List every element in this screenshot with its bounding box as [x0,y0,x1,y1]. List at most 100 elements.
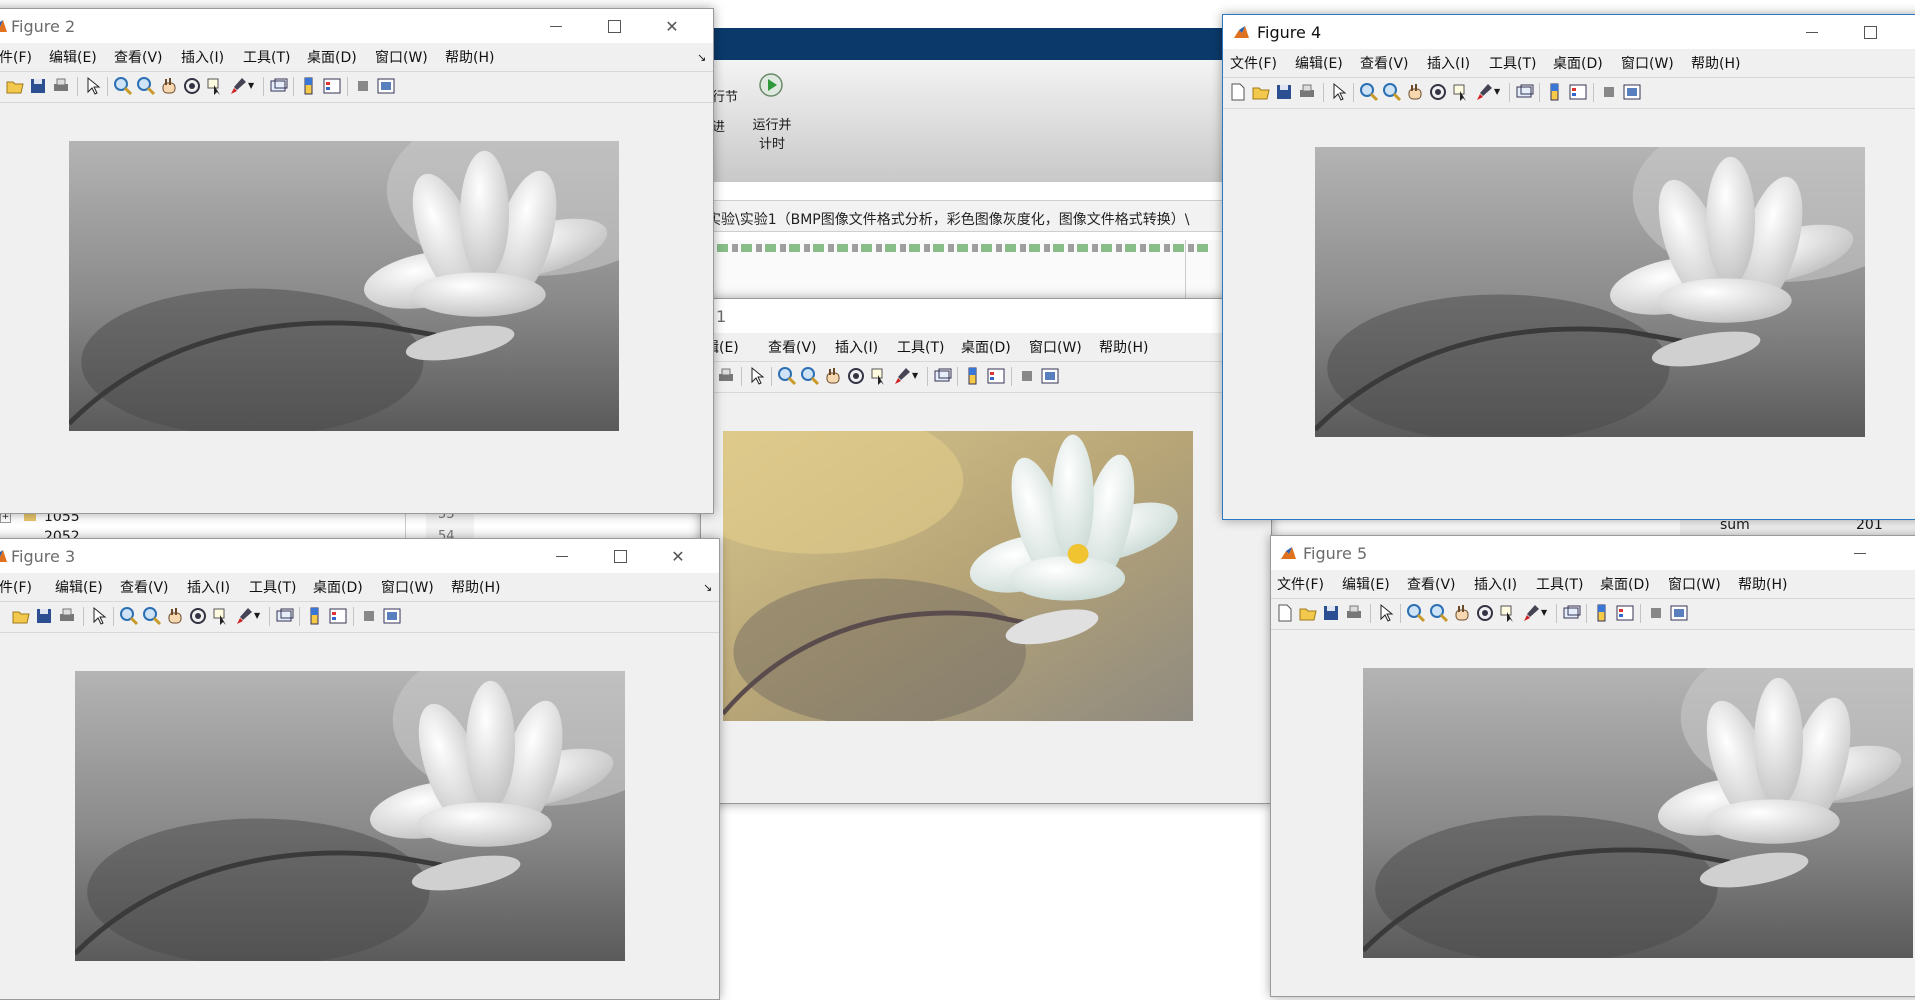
menu-view[interactable]: 查看(V) [1407,574,1456,594]
zoom-out-icon[interactable] [800,366,820,386]
zoom-out-icon[interactable] [1382,82,1402,102]
link-plot-icon[interactable] [269,76,289,96]
menu-view[interactable]: 查看(V) [768,337,817,357]
data-cursor-icon[interactable] [1498,603,1518,623]
pan-hand-icon[interactable] [159,76,179,96]
hide-tools-icon[interactable] [353,76,373,96]
legend-icon[interactable] [986,366,1006,386]
menu-insert[interactable]: 插入(I) [187,577,230,597]
menu-window[interactable]: 窗口(W) [1029,337,1082,357]
minimize-button[interactable] [1837,540,1883,566]
menu-file[interactable]: 文件(F) [1230,53,1277,73]
hide-tools-icon[interactable] [359,606,379,626]
close-button[interactable]: ✕ [655,543,701,569]
menu-help[interactable]: 帮助(H) [1691,53,1740,73]
figure-1-window[interactable]: 1 辑(E) 查看(V) 插入(I) 工具(T) 桌面(D) 窗口(W) 帮助(… [700,298,1272,804]
hide-tools-icon[interactable] [1646,603,1666,623]
menu-help[interactable]: 帮助(H) [1738,574,1787,594]
figure-3-window[interactable]: Figure 3 ✕ 件(F) 编辑(E) 查看(V) 插入(I) 工具(T) … [0,538,720,1000]
save-icon[interactable] [28,76,48,96]
menu-help[interactable]: 帮助(H) [1099,337,1148,357]
zoom-out-icon[interactable] [136,76,156,96]
pan-hand-icon[interactable] [1452,603,1472,623]
brush-dropdown-icon[interactable]: ▼ [1541,603,1551,623]
legend-icon[interactable] [328,606,348,626]
menu-help[interactable]: 帮助(H) [451,577,500,597]
menu-tools[interactable]: 工具(T) [243,47,290,67]
minimize-button[interactable] [1789,19,1835,45]
menu-desktop[interactable]: 桌面(D) [307,47,357,67]
menu-insert[interactable]: 插入(I) [181,47,224,67]
pan-hand-icon[interactable] [1405,82,1425,102]
menu-desktop[interactable]: 桌面(D) [1600,574,1650,594]
menu-insert[interactable]: 插入(I) [835,337,878,357]
run-and-time-icon[interactable] [756,68,786,98]
rotate-3d-icon[interactable] [1428,82,1448,102]
menu-edit[interactable]: 编辑(E) [1295,53,1343,73]
brush-icon[interactable] [228,76,248,96]
rotate-3d-icon[interactable] [188,606,208,626]
brush-icon[interactable] [892,366,912,386]
open-icon[interactable] [1251,82,1271,102]
menu-edit[interactable]: 编辑(E) [49,47,97,67]
colorbar-icon[interactable] [305,606,325,626]
pan-hand-icon[interactable] [823,366,843,386]
data-cursor-icon[interactable] [869,366,889,386]
brush-dropdown-icon[interactable]: ▼ [1494,82,1504,102]
show-tools-icon[interactable] [1622,82,1642,102]
figure-5-window[interactable]: Figure 5 文件(F) 编辑(E) 查看(V) 插入(I) 工具(T) 桌… [1270,535,1915,997]
brush-icon[interactable] [1521,603,1541,623]
show-tools-icon[interactable] [382,606,402,626]
rotate-3d-icon[interactable] [182,76,202,96]
menu-view[interactable]: 查看(V) [120,577,169,597]
menu-tools[interactable]: 工具(T) [1489,53,1536,73]
pointer-icon[interactable] [1376,603,1396,623]
dock-figure-icon[interactable]: ↘ [697,51,706,64]
new-figure-icon[interactable] [1228,82,1248,102]
pointer-icon[interactable] [83,76,103,96]
legend-icon[interactable] [1615,603,1635,623]
brush-icon[interactable] [234,606,254,626]
link-plot-icon[interactable] [933,366,953,386]
print-icon[interactable] [57,606,77,626]
title-bar[interactable]: 1 [701,299,1271,333]
menu-window[interactable]: 窗口(W) [1621,53,1674,73]
zoom-out-icon[interactable] [1429,603,1449,623]
colorbar-icon[interactable] [299,76,319,96]
data-cursor-icon[interactable] [1451,82,1471,102]
brush-dropdown-icon[interactable]: ▼ [912,366,922,386]
menu-desktop[interactable]: 桌面(D) [1553,53,1603,73]
data-cursor-icon[interactable] [205,76,225,96]
menu-insert[interactable]: 插入(I) [1427,53,1470,73]
menu-desktop[interactable]: 桌面(D) [313,577,363,597]
menu-tools[interactable]: 工具(T) [897,337,944,357]
run-section-button-label[interactable]: 行节 [712,86,738,105]
print-icon[interactable] [716,366,736,386]
title-bar[interactable]: Figure 2 ✕ [0,9,713,43]
brush-dropdown-icon[interactable]: ▼ [248,76,258,96]
dock-figure-icon[interactable]: ↘ [703,581,712,594]
show-tools-icon[interactable] [1669,603,1689,623]
menu-insert[interactable]: 插入(I) [1474,574,1517,594]
menu-file[interactable]: 文件(F) [1277,574,1324,594]
save-icon[interactable] [34,606,54,626]
hide-tools-icon[interactable] [1599,82,1619,102]
open-icon[interactable] [5,76,25,96]
legend-icon[interactable] [322,76,342,96]
close-button[interactable]: ✕ [649,13,695,39]
run-and-time-button[interactable]: 运行并 计时 [752,114,792,152]
menu-tools[interactable]: 工具(T) [1536,574,1583,594]
menu-view[interactable]: 查看(V) [114,47,163,67]
link-plot-icon[interactable] [275,606,295,626]
pointer-icon[interactable] [89,606,109,626]
open-icon[interactable] [1298,603,1318,623]
zoom-out-icon[interactable] [142,606,162,626]
colorbar-icon[interactable] [1592,603,1612,623]
zoom-in-icon[interactable] [113,76,133,96]
print-icon[interactable] [51,76,71,96]
link-plot-icon[interactable] [1562,603,1582,623]
open-icon[interactable] [11,606,31,626]
menu-view[interactable]: 查看(V) [1360,53,1409,73]
brush-dropdown-icon[interactable]: ▼ [254,606,264,626]
zoom-in-icon[interactable] [1359,82,1379,102]
